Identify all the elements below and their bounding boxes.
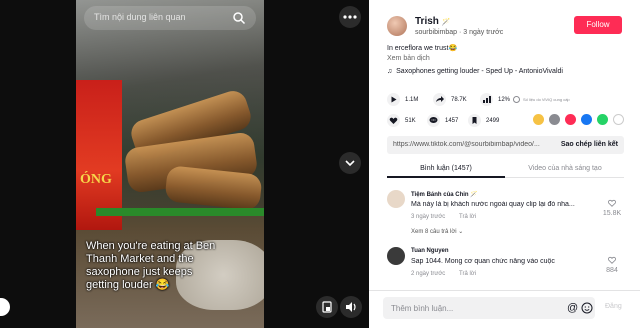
comment-item: Tiệm Bánh của Chin 🪄 Mà này là bị khách … [387,190,624,246]
info-icon [513,96,521,103]
like-action[interactable]: 51K [387,114,416,127]
tab-creator-videos[interactable]: Video của nhà sáng tạo [506,165,624,172]
heart-outline-icon [608,199,616,207]
stats-row: 1.1M 78.7K 12% Số liệu do ViVIQ cung cấp [387,93,627,107]
mini-player-button[interactable] [316,296,338,318]
post-comment-button[interactable]: Đăng [605,303,622,310]
percent-stat: 12% Số liệu do ViVIQ cung cấp [480,93,570,106]
saves-count: 2499 [486,117,500,124]
whatsapp-icon[interactable] [597,114,608,125]
comment-author[interactable]: Tuan Nguyen [411,248,449,254]
picture-in-picture-icon [322,301,332,313]
translate-link[interactable]: Xem bản dịch [387,55,430,62]
comment-action[interactable]: 1457 [427,114,458,127]
comment-date: 2 ngày trước [411,271,446,277]
mention-at-icon[interactable]: @ [567,302,578,314]
comment-text: Mà này là bị khách nước ngoài quay clip … [411,201,575,208]
tab-comments[interactable]: Bình luận (1457) [387,165,505,172]
share-arrow-icon [433,93,446,106]
music-row[interactable]: ♫ Saxophones getting louder - Sped Up - … [387,68,563,75]
facebook-icon[interactable] [581,114,592,125]
video-area: ÓNG Tìm nội dung liên quan When you're e… [0,0,369,328]
next-video-button[interactable] [339,152,361,174]
more-dots-icon [343,15,357,19]
share-coin-icon[interactable] [533,114,544,125]
comment-like-count: 15.8K [602,210,622,217]
video-sign-text: ÓNG [80,172,112,187]
comments-count: 1457 [445,117,459,124]
embed-code-icon[interactable] [549,114,560,125]
comment-input[interactable]: Thêm bình luận... @ [383,297,595,319]
stats-note: Số liệu do ViVIQ cung cấp [523,97,570,102]
view-replies-button[interactable]: Xem 8 câu trả lời ⌄ [411,228,463,235]
speaker-icon [346,302,356,312]
actions-row: 51K 1457 2499 [387,114,627,128]
author-badge-icon: 🪄 [441,19,451,26]
percent-value: 12% [498,96,511,103]
copy-link-button[interactable]: Sao chép liên kết [561,141,618,148]
author-avatar[interactable] [387,16,407,36]
volume-button[interactable] [340,296,362,318]
video-url: https://www.tiktok.com/@sourbibimbap/vid… [393,141,540,148]
send-paper-plane-icon[interactable] [565,114,576,125]
likes-count: 51K [405,117,416,124]
shares-count: 78.7K [451,96,467,103]
comment-avatar[interactable] [387,247,405,265]
comment-like-count: 884 [606,267,618,274]
chart-icon [480,93,493,106]
comment-bubble-icon[interactable] [427,114,440,127]
chevron-down-icon [345,160,355,167]
comment-reply-button[interactable]: Trả lời [459,271,476,277]
more-options-button[interactable] [339,6,361,28]
heart-outline-icon [608,256,616,264]
link-box: https://www.tiktok.com/@sourbibimbap/vid… [387,136,624,154]
emoji-icon[interactable] [581,302,593,314]
shares-stat: 78.7K [433,93,467,106]
plays-count: 1.1M [405,96,419,103]
comment-date: 3 ngày trước [411,214,446,220]
author-name-row[interactable]: Trish 🪄 [415,16,450,27]
plays-stat: 1.1M [387,93,418,106]
comment-author[interactable]: Tiệm Bánh của Chin 🪄 [411,191,478,198]
author-handle-date: sourbibimbap · 3 ngày trước [415,29,504,36]
share-arrow-icon[interactable] [613,114,624,125]
comment-avatar[interactable] [387,190,405,208]
heart-icon[interactable] [387,114,400,127]
post-description: In erceflora we trust😂 [387,45,458,52]
video-left-blur [0,0,76,328]
video-shelf [96,208,264,216]
comment-bar: Thêm bình luận... @ Đăng [369,290,640,328]
video-caption: When you're eating at Ben Thanh Market a… [86,240,216,291]
details-panel: Trish 🪄 sourbibimbap · 3 ngày trước Foll… [369,0,640,328]
comment-reply-button[interactable]: Trả lời [459,214,476,220]
search-bar[interactable]: Tìm nội dung liên quan [84,6,256,30]
tabs-bar: Bình luận (1457) Video của nhà sáng tạo [387,162,624,178]
music-title[interactable]: Saxophones getting louder - Sped Up - An… [396,68,563,75]
comment-placeholder[interactable]: Thêm bình luận... [391,304,453,313]
active-tab-indicator [387,176,505,178]
save-action[interactable]: 2499 [468,114,499,127]
play-icon [387,93,400,106]
author-name[interactable]: Trish [415,16,439,27]
follow-button[interactable]: Follow [574,16,622,34]
search-input[interactable]: Tìm nội dung liên quan [94,12,186,22]
bookmark-icon[interactable] [468,114,481,127]
search-icon[interactable] [232,11,246,25]
app-root: ÓNG Tìm nội dung liên quan When you're e… [0,0,640,328]
comment-like-button[interactable]: 15.8K [600,198,624,217]
comment-text: Sap 1044. Mong cơ quan chức năng vào cuộ… [411,258,555,265]
music-note-icon: ♫ [387,68,393,75]
comment-like-button[interactable]: 884 [600,255,624,274]
